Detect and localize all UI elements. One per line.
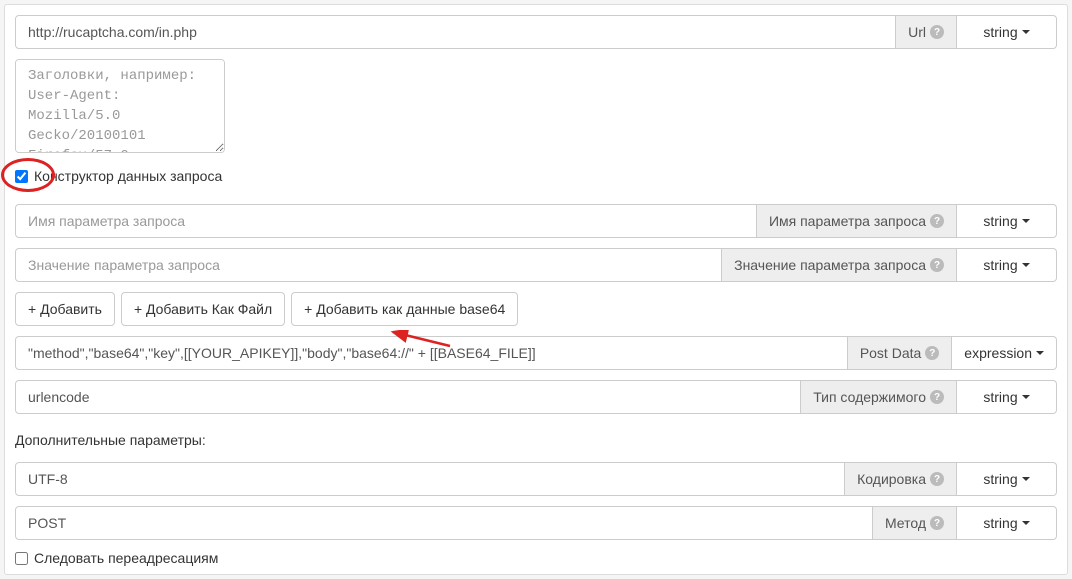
caret-down-icon (1036, 351, 1044, 355)
encoding-addon: Кодировка ? (845, 462, 957, 496)
extra-params-title: Дополнительные параметры: (15, 432, 1057, 448)
content-type-addon: Тип содержимого ? (801, 380, 957, 414)
constructor-checkbox[interactable] (15, 170, 28, 183)
param-name-input[interactable] (15, 204, 757, 238)
post-data-addon-label: Post Data (860, 345, 921, 361)
button-row-wrap: + Добавить + Добавить Как Файл + Добавит… (15, 292, 1057, 326)
encoding-addon-label: Кодировка (857, 471, 926, 487)
method-addon: Метод ? (873, 506, 957, 540)
encoding-row: Кодировка ? string (15, 462, 1057, 496)
caret-down-icon (1022, 263, 1030, 267)
help-icon[interactable]: ? (930, 258, 944, 272)
post-data-row: Post Data ? expression (15, 336, 1057, 370)
content-type-row: Тип содержимого ? string (15, 380, 1057, 414)
param-name-type-dropdown[interactable]: string (957, 204, 1057, 238)
add-button[interactable]: + Добавить (15, 292, 115, 326)
param-value-input[interactable] (15, 248, 722, 282)
dropdown-label: string (983, 213, 1017, 229)
add-as-base64-button[interactable]: + Добавить как данные base64 (291, 292, 518, 326)
url-type-dropdown[interactable]: string (957, 15, 1057, 49)
method-row: Метод ? string (15, 506, 1057, 540)
dropdown-label: string (983, 515, 1017, 531)
help-icon[interactable]: ? (930, 516, 944, 530)
follow-redirects-checkbox[interactable] (15, 552, 28, 565)
content-type-addon-label: Тип содержимого (813, 389, 926, 405)
headers-row (15, 59, 1057, 156)
constructor-checkbox-row: Конструктор данных запроса (15, 168, 1057, 184)
param-name-row: Имя параметра запроса ? string (15, 204, 1057, 238)
dropdown-label: string (983, 389, 1017, 405)
help-icon[interactable]: ? (925, 346, 939, 360)
caret-down-icon (1022, 521, 1030, 525)
content-type-input[interactable] (15, 380, 801, 414)
follow-redirects-label: Следовать переадресациям (34, 550, 218, 566)
add-as-file-button[interactable]: + Добавить Как Файл (121, 292, 285, 326)
post-data-addon: Post Data ? (848, 336, 952, 370)
help-icon[interactable]: ? (930, 214, 944, 228)
settings-panel: Url ? string Конструктор данных запроса … (4, 4, 1068, 575)
dropdown-label: string (983, 471, 1017, 487)
post-data-type-dropdown[interactable]: expression (952, 336, 1057, 370)
url-input[interactable] (15, 15, 896, 49)
method-addon-label: Метод (885, 515, 926, 531)
param-value-addon-label: Значение параметра запроса (734, 257, 926, 273)
method-type-dropdown[interactable]: string (957, 506, 1057, 540)
dropdown-label: expression (964, 345, 1032, 361)
follow-redirects-row: Следовать переадресациям (15, 550, 1057, 566)
url-row: Url ? string (15, 15, 1057, 49)
help-icon[interactable]: ? (930, 390, 944, 404)
caret-down-icon (1022, 30, 1030, 34)
param-name-addon-label: Имя параметра запроса (769, 213, 926, 229)
param-value-row: Значение параметра запроса ? string (15, 248, 1057, 282)
url-addon: Url ? (896, 15, 957, 49)
help-icon[interactable]: ? (930, 25, 944, 39)
caret-down-icon (1022, 219, 1030, 223)
post-data-input[interactable] (15, 336, 848, 370)
method-input[interactable] (15, 506, 873, 540)
url-addon-label: Url (908, 24, 926, 40)
content-type-type-dropdown[interactable]: string (957, 380, 1057, 414)
dropdown-label: string (983, 257, 1017, 273)
constructor-checkbox-label: Конструктор данных запроса (34, 168, 222, 184)
headers-textarea[interactable] (15, 59, 225, 153)
dropdown-label: string (983, 24, 1017, 40)
help-icon[interactable]: ? (930, 472, 944, 486)
caret-down-icon (1022, 395, 1030, 399)
encoding-type-dropdown[interactable]: string (957, 462, 1057, 496)
param-value-type-dropdown[interactable]: string (957, 248, 1057, 282)
encoding-input[interactable] (15, 462, 845, 496)
button-row: + Добавить + Добавить Как Файл + Добавит… (15, 292, 1057, 326)
param-value-addon: Значение параметра запроса ? (722, 248, 957, 282)
param-name-addon: Имя параметра запроса ? (757, 204, 957, 238)
caret-down-icon (1022, 477, 1030, 481)
